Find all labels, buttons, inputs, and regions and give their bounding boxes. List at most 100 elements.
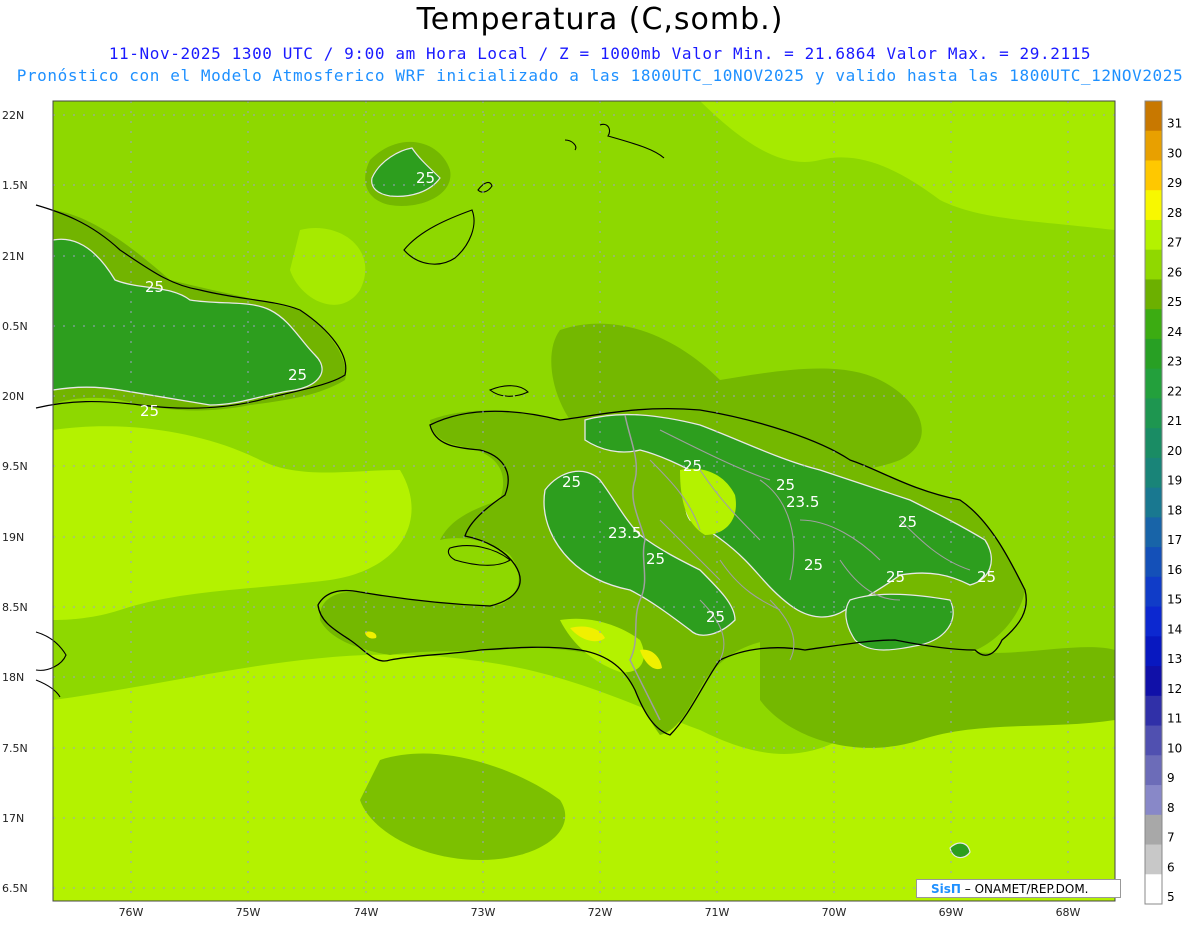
colorbar-level-label: 29 xyxy=(1167,176,1182,190)
colorbar-level-label: 8 xyxy=(1167,801,1175,815)
colorbar-swatch xyxy=(1145,814,1162,846)
map-title: Temperatura (C,somb.) xyxy=(416,2,784,37)
lat-label: 8.5N xyxy=(2,601,28,614)
longitude-axis: 76W 75W 74W 73W 72W 71W 70W 69W 68W xyxy=(119,906,1081,919)
contour-label: 23.5 xyxy=(786,493,819,511)
colorbar-swatch xyxy=(1145,606,1162,637)
credit-box: SisΠ – ONAMET/REP.DOM. xyxy=(916,879,1121,898)
colorbar-swatch xyxy=(1145,725,1162,756)
colorbar-level-label: 13 xyxy=(1167,652,1182,666)
colorbar-swatch xyxy=(1145,844,1162,875)
contour-label: 25 xyxy=(646,550,665,568)
contour-label: 25 xyxy=(416,169,435,187)
colorbar-swatch xyxy=(1145,576,1162,608)
lon-label: 72W xyxy=(588,906,613,919)
lat-label: 17N xyxy=(2,812,24,825)
colorbar-swatch xyxy=(1145,457,1162,489)
colorbar-level-label: 15 xyxy=(1167,593,1182,607)
lon-label: 74W xyxy=(354,906,379,919)
contour-label: 25 xyxy=(977,568,996,586)
lat-label: 7.5N xyxy=(2,742,28,755)
contour-label: 25 xyxy=(683,457,702,475)
temperature-map: 25 25 25 25 25 25 23.5 25 25 23.5 25 25 … xyxy=(2,100,1182,919)
lat-label: 18N xyxy=(2,671,24,684)
colorbar-swatch xyxy=(1145,130,1162,161)
lat-label: 19N xyxy=(2,531,24,544)
colorbar-level-label: 25 xyxy=(1167,295,1182,309)
lat-label: 22N xyxy=(2,109,24,122)
contour-label: 25 xyxy=(288,366,307,384)
colorbar-level-label: 24 xyxy=(1167,325,1182,339)
colorbar-swatch xyxy=(1145,338,1162,370)
lon-label: 76W xyxy=(119,906,144,919)
colorbar-level-label: 18 xyxy=(1167,503,1182,517)
credit-text: – ONAMET/REP.DOM. xyxy=(964,882,1089,896)
lon-label: 73W xyxy=(471,906,496,919)
lon-label: 75W xyxy=(236,906,261,919)
colorbar-level-label: 21 xyxy=(1167,414,1182,428)
colorbar-level-label: 30 xyxy=(1167,146,1182,160)
colorbar-level-label: 9 xyxy=(1167,771,1175,785)
colorbar-level-label: 31 xyxy=(1167,117,1182,131)
contour-label: 25 xyxy=(562,473,581,491)
colorbar-level-label: 20 xyxy=(1167,444,1182,458)
sispi-logo: SisΠ xyxy=(931,882,961,896)
lat-label: 9.5N xyxy=(2,460,28,473)
colorbar-level-label: 7 xyxy=(1167,831,1175,845)
colorbar-swatch xyxy=(1145,101,1162,132)
latitude-axis: 22N 1.5N 21N 0.5N 20N 9.5N 19N 8.5N 18N … xyxy=(2,109,28,895)
lat-label: 6.5N xyxy=(2,882,28,895)
contour-label: 25 xyxy=(145,278,164,296)
contour-label: 25 xyxy=(886,568,905,586)
colorbar-level-label: 26 xyxy=(1167,265,1182,279)
colorbar-level-label: 16 xyxy=(1167,563,1182,577)
colorbar-swatch xyxy=(1145,487,1162,518)
colorbar-swatch xyxy=(1145,428,1162,459)
colorbar-swatch xyxy=(1145,309,1162,340)
lon-label: 68W xyxy=(1056,906,1081,919)
colorbar-swatch xyxy=(1145,874,1162,905)
lat-label: 20N xyxy=(2,390,24,403)
colorbar-swatch xyxy=(1145,190,1162,221)
colorbar-swatch xyxy=(1145,368,1162,399)
colorbar-level-label: 6 xyxy=(1167,860,1175,874)
colorbar-level-label: 19 xyxy=(1167,474,1182,488)
colorbar-swatch xyxy=(1145,666,1162,697)
colorbar-swatch xyxy=(1145,636,1162,667)
colorbar-level-label: 11 xyxy=(1167,712,1182,726)
colorbar-swatch xyxy=(1145,695,1162,727)
colorbar-swatch xyxy=(1145,279,1162,310)
colorbar: 31 30 29 28 27 26 25 24 23 22 21 20 19 18 17 16 15 14 13 12… xyxy=(1144,100,1182,905)
colorbar-level-label: 27 xyxy=(1167,236,1182,250)
contour-label: 25 xyxy=(140,402,159,420)
lon-label: 70W xyxy=(822,906,847,919)
contour-label: 25 xyxy=(804,556,823,574)
colorbar-swatch xyxy=(1145,517,1162,548)
lat-label: 21N xyxy=(2,250,24,263)
colorbar-level-label: 17 xyxy=(1167,533,1182,547)
contour-label: 25 xyxy=(706,608,725,626)
colorbar-level-label: 22 xyxy=(1167,384,1182,398)
model-info-line: Pronóstico con el Modelo Atmosferico WRF… xyxy=(16,66,1184,85)
lat-label: 1.5N xyxy=(2,179,28,192)
colorbar-swatch xyxy=(1145,755,1162,786)
contour-label: 25 xyxy=(898,513,917,531)
colorbar-swatch xyxy=(1145,785,1162,816)
colorbar-swatch xyxy=(1145,160,1162,191)
colorbar-swatch xyxy=(1145,249,1162,280)
colorbar-swatch xyxy=(1145,547,1162,578)
colorbar-level-label: 10 xyxy=(1167,741,1182,755)
lat-label: 0.5N xyxy=(2,320,28,333)
colorbar-level-label: 12 xyxy=(1167,682,1182,696)
forecast-time-line: 11-Nov-2025 1300 UTC / 9:00 am Hora Loca… xyxy=(108,44,1092,63)
lon-label: 71W xyxy=(705,906,730,919)
colorbar-swatch xyxy=(1145,398,1162,429)
colorbar-swatch xyxy=(1145,219,1162,251)
lon-label: 69W xyxy=(939,906,964,919)
colorbar-level-label: 14 xyxy=(1167,622,1182,636)
colorbar-level-label: 28 xyxy=(1167,206,1182,220)
colorbar-level-label: 23 xyxy=(1167,355,1182,369)
contour-label: 25 xyxy=(776,476,795,494)
contour-label: 23.5 xyxy=(608,524,641,542)
colorbar-level-label: 5 xyxy=(1167,890,1175,904)
